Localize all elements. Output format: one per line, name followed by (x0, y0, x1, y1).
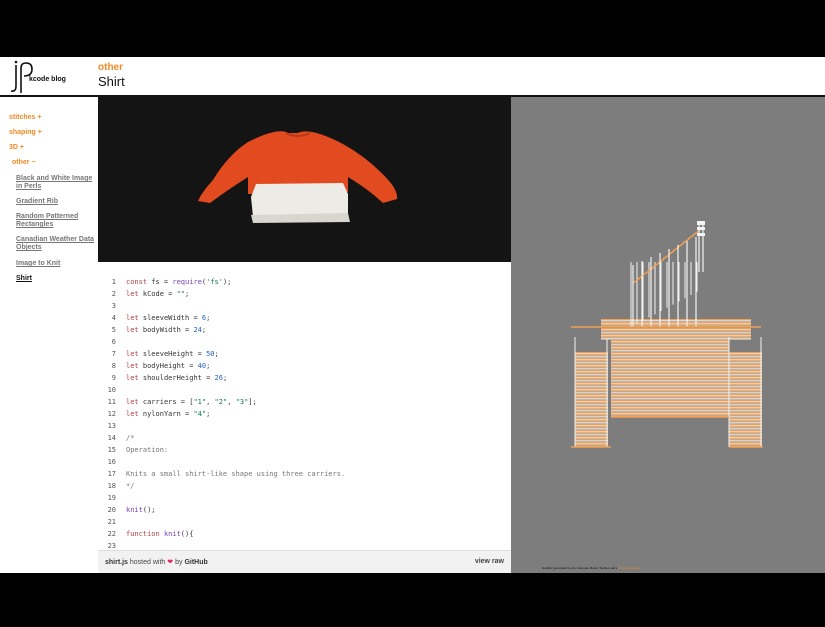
sweater-image (98, 97, 511, 262)
gist-meta: shirt.js hosted with ❤ by GitHub (105, 559, 208, 566)
code-line: 14/* (107, 434, 135, 442)
visualizer-caption: Graphic generated by the Carnegie Mellon… (542, 566, 641, 570)
code-viewer: 1 const fs = require('fs'); 2 let kCode = … (98, 262, 511, 550)
code-line: 13 (107, 422, 116, 430)
code-line: 10 (107, 386, 116, 394)
sidebar-subitem-random-rectangles[interactable]: Random Patterned Rectangles (16, 213, 98, 229)
code-line: 11 let carriers = ["1", "2", "3"]; (107, 398, 257, 406)
knit-visualization (571, 221, 763, 448)
sidebar-subitem-gradient-rib[interactable]: Gradient Rib (16, 198, 98, 206)
logo-text: kcode blog (29, 76, 66, 83)
sidebar-subitem-image-to-knit[interactable]: Image to Knit (16, 260, 98, 268)
code-line: 22 function knit(){ (107, 530, 194, 538)
sidebar-item-other[interactable]: other − (12, 159, 36, 166)
code-line: 24 let totalHeight = Math.max(sleeveHeig… (98, 540, 511, 550)
sidebar-item-shaping[interactable]: shaping + (9, 129, 42, 136)
site-header: kcode blog other Shirt (0, 57, 825, 95)
code-line: 7 let sleeveHeight = 50; (111, 350, 219, 358)
sidebar-subitem-weather-data[interactable]: Canadian Weather Data Objects (16, 236, 98, 252)
sidebar-subitem-shirt[interactable]: Shirt (16, 275, 98, 283)
code-line: 2 let kCode = ""; (111, 290, 190, 298)
code-line: 20 knit(); (107, 506, 156, 514)
code-line: 16 (107, 458, 116, 466)
code-line: 15 Operation: (107, 446, 169, 454)
code-line: 12 let nylonYarn = "4"; (107, 410, 211, 418)
sidebar-item-stitches[interactable]: stitches + (9, 114, 42, 121)
gist-footer: shirt.js hosted with ❤ by GitHub view ra… (98, 550, 511, 573)
knitout-visualizer[interactable]: Graphic generated by the Carnegie Mellon… (511, 97, 825, 573)
code-line: 23 (107, 542, 116, 550)
code-line: 21 (107, 518, 116, 526)
code-line: 4 let sleeveWidth = 6; (111, 314, 211, 322)
view-raw-link[interactable]: view raw (475, 558, 504, 565)
sidebar: stitches + shaping + 3D + other − Black … (0, 97, 98, 573)
code-line: 5 let bodyWidth = 24; (111, 326, 207, 334)
code-line: 1 const fs = require('fs'); (111, 278, 232, 286)
visualizer-link[interactable]: knitout visualizer (618, 566, 640, 570)
gist-filename-link[interactable]: shirt.js (105, 559, 128, 566)
page: kcode blog other Shirt stitches + shapin… (0, 57, 825, 573)
code-line: 18 */ (107, 482, 135, 490)
breadcrumb[interactable]: other (98, 62, 123, 73)
knitted-shirt-photo (98, 97, 511, 262)
code-line: 3 (111, 302, 116, 310)
code-line: 6 (111, 338, 116, 346)
sidebar-item-3d[interactable]: 3D + (9, 144, 24, 151)
code-line: 9 let shoulderHeight = 26; (111, 374, 228, 382)
page-title: Shirt (98, 74, 125, 89)
code-line: 19 (107, 494, 116, 502)
code-line: 8 let bodyHeight = 40; (111, 362, 211, 370)
code-line: 17 Knits a small shirt-like shape using t… (107, 470, 346, 478)
sidebar-subitem-black-white-image[interactable]: Black and White Image in Perls (16, 175, 98, 191)
github-link[interactable]: GitHub (184, 559, 207, 566)
